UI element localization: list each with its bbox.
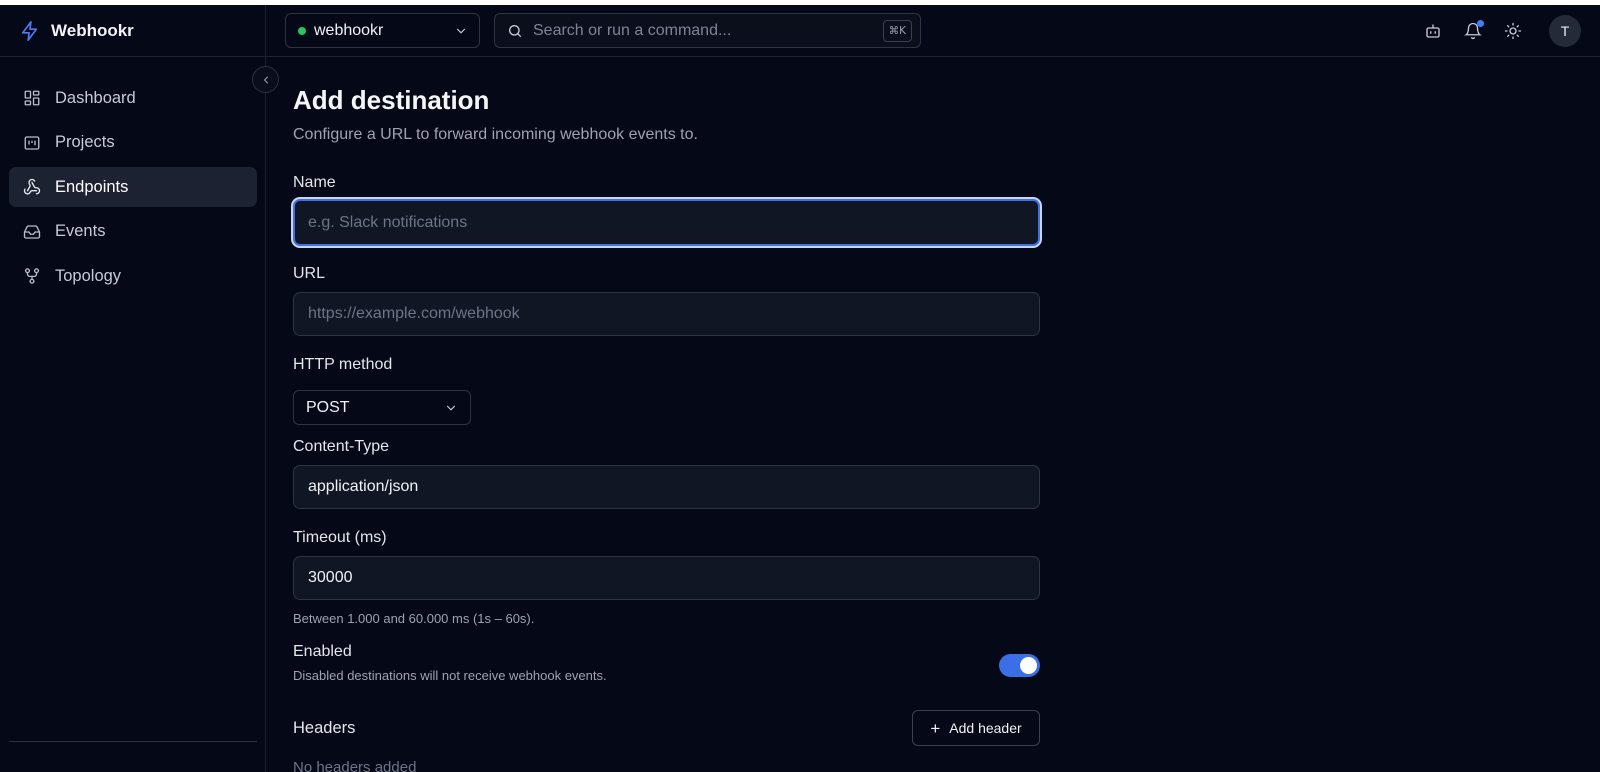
- sidebar-nav: Dashboard Projects Endpoints Events Topo…: [9, 78, 257, 301]
- project-name: webhookr: [314, 21, 384, 39]
- sidebar: Webhookr Dashboard Projects Endpoints Ev…: [0, 5, 266, 772]
- url-field[interactable]: [293, 292, 1040, 336]
- brand-name: Webhookr: [51, 20, 134, 40]
- enabled-toggle[interactable]: [999, 654, 1040, 677]
- keyboard-shortcut-badge: ⌘K: [882, 20, 912, 42]
- sidebar-divider: [9, 741, 257, 742]
- projects-kanban-icon: [23, 134, 41, 152]
- headers-label: Headers: [293, 719, 356, 737]
- timeout-hint: Between 1.000 and 60.000 ms (1s – 60s).: [293, 611, 535, 626]
- bot-icon: [1424, 22, 1442, 40]
- sidebar-item-label: Projects: [55, 133, 115, 151]
- app-window: Webhookr Dashboard Projects Endpoints Ev…: [0, 5, 1600, 772]
- toggle-knob: [1020, 657, 1037, 674]
- headers-empty-state: No headers added: [293, 759, 417, 772]
- chevron-down-icon: [444, 401, 458, 420]
- sidebar-item-endpoints[interactable]: Endpoints: [9, 167, 257, 207]
- lightning-bolt-icon: [19, 20, 41, 42]
- add-header-button[interactable]: + Add header: [912, 710, 1040, 746]
- http-method-select[interactable]: POST: [293, 390, 471, 425]
- sidebar-item-projects[interactable]: Projects: [9, 123, 257, 163]
- sidebar-item-dashboard[interactable]: Dashboard: [9, 78, 257, 118]
- sidebar-item-label: Topology: [55, 266, 122, 285]
- notification-indicator: [1477, 20, 1484, 27]
- http-method-label: HTTP method: [293, 356, 393, 373]
- enabled-label: Enabled: [293, 643, 352, 660]
- sidebar-item-label: Dashboard: [55, 88, 136, 107]
- bot-assistant-button[interactable]: [1422, 20, 1444, 42]
- timeout-label: Timeout (ms): [293, 529, 387, 546]
- notifications-button[interactable]: [1462, 20, 1484, 42]
- content-type-field[interactable]: [293, 465, 1040, 509]
- webhook-icon: [23, 178, 41, 196]
- collapse-sidebar-button[interactable]: [252, 66, 279, 93]
- brand[interactable]: Webhookr: [0, 5, 266, 57]
- search-input[interactable]: [533, 21, 873, 40]
- http-method-value: POST: [306, 398, 350, 416]
- project-status-dot: [298, 26, 306, 35]
- top-bar: webhookr ⌘K T: [266, 5, 1600, 57]
- sidebar-item-topology[interactable]: Topology: [9, 256, 257, 296]
- sidebar-item-events[interactable]: Events: [9, 212, 257, 252]
- sidebar-item-label: Endpoints: [55, 177, 129, 196]
- plus-icon: +: [930, 718, 941, 738]
- name-label: Name: [293, 174, 336, 191]
- sidebar-item-label: Events: [55, 222, 106, 240]
- enabled-hint: Disabled destinations will not receive w…: [293, 668, 607, 683]
- page-subtitle: Configure a URL to forward incoming webh…: [293, 126, 698, 143]
- chevron-down-icon: [454, 24, 468, 43]
- command-search[interactable]: ⌘K: [494, 13, 921, 48]
- url-label: URL: [293, 265, 326, 282]
- add-header-label: Add header: [949, 720, 1022, 736]
- name-field[interactable]: [293, 199, 1040, 246]
- project-selector[interactable]: webhookr: [285, 13, 480, 48]
- topology-branch-icon: [23, 267, 41, 285]
- theme-toggle-button[interactable]: [1502, 20, 1524, 42]
- search-icon: [507, 23, 523, 39]
- chevron-left-icon: [260, 74, 272, 86]
- inbox-icon: [23, 223, 41, 241]
- content-type-label: Content-Type: [293, 438, 390, 455]
- dashboard-grid-icon: [23, 89, 41, 107]
- sun-icon: [1504, 22, 1522, 40]
- user-avatar[interactable]: T: [1549, 15, 1581, 47]
- timeout-field[interactable]: [293, 556, 1040, 600]
- page-title: Add destination: [293, 85, 490, 115]
